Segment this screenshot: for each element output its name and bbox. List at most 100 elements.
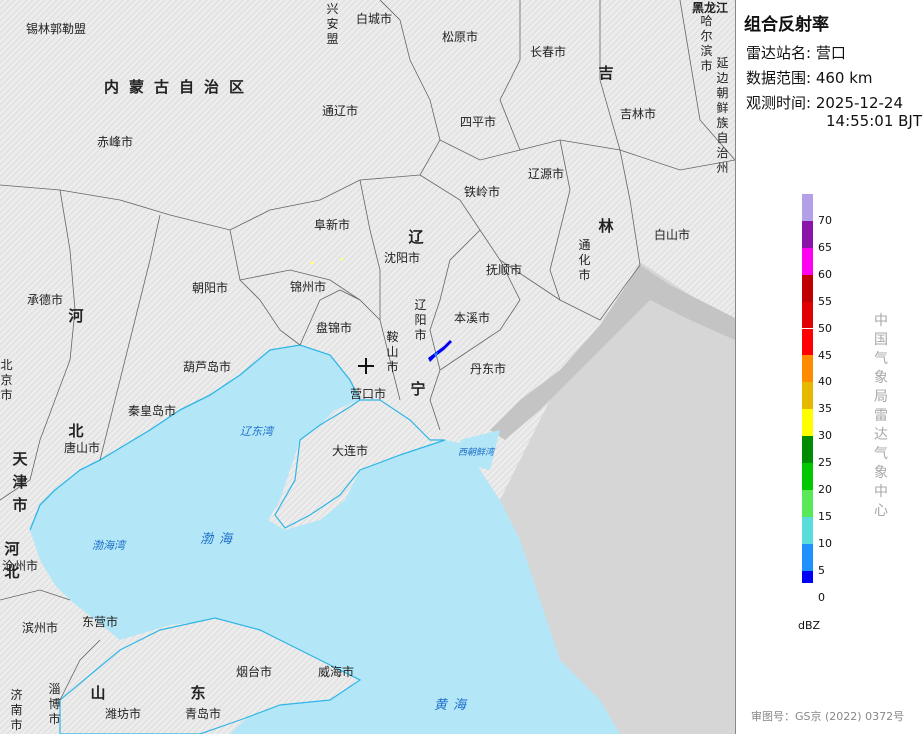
city-label-tongliao: 通辽市 (322, 104, 359, 118)
legend-tick-70: 70 (818, 214, 832, 227)
city-label-chifeng: 赤峰市 (97, 135, 134, 149)
legend-swatch-50 (802, 301, 813, 329)
legend-swatch-25 (802, 436, 813, 463)
sea-label-bohai-bay: 渤海湾 (92, 539, 125, 552)
legend-swatch-10 (802, 516, 813, 544)
city-label-changchun: 长春市 (530, 45, 567, 59)
city-label-yantai: 烟台市 (236, 665, 273, 679)
legend-swatch-15 (802, 489, 813, 517)
radar-site-marker[interactable] (358, 358, 374, 374)
province-label-beijing: 北京市 (0, 358, 13, 402)
city-label-tonghua: 通化市 (578, 238, 591, 282)
legend-tick-30: 30 (818, 429, 832, 443)
province-label-shandong-1: 山 (90, 684, 106, 702)
city-label-jinan: 济南市 (10, 688, 23, 732)
city-label-huludao: 葫芦岛市 (183, 360, 232, 374)
legend-swatch-0 (802, 570, 813, 583)
city-label-anshan: 鞍山市 (386, 330, 399, 374)
city-label-qingdao: 青岛市 (185, 707, 222, 721)
legend-swatch-55 (802, 274, 813, 302)
legend-unit: dBZ (798, 619, 821, 632)
city-label-fuxin: 阜新市 (314, 218, 351, 232)
range-label: 数据范围: (746, 69, 812, 87)
sea-label-yellow-sea: 黄海 (434, 698, 473, 713)
city-label-xinganmeng: 兴安盟 (326, 2, 339, 46)
legend-tick-20: 20 (818, 483, 832, 496)
legend-swatch-40 (802, 355, 813, 383)
province-label-hebei-1: 河 (68, 307, 84, 325)
station-row: 雷达站名: 营口 (746, 42, 846, 63)
legend-tick-50: 50 (818, 321, 832, 335)
legend-tick-0: 0 (818, 590, 825, 604)
province-label-jilin-1: 吉 (598, 64, 614, 82)
city-label-tangshan: 唐山市 (64, 441, 101, 455)
time-row: 观测时间: 2025-12-24 (746, 92, 903, 113)
sea-label-xichao-bay: 西朝鲜湾 (458, 448, 495, 458)
city-label-dandong: 丹东市 (470, 362, 507, 376)
city-label-baishan: 白山市 (654, 228, 691, 242)
legend-swatch-20 (802, 463, 813, 490)
city-label-siping: 四平市 (460, 115, 497, 129)
city-label-liaoyuan: 辽源市 (528, 167, 565, 181)
legend-tick-35: 35 (818, 402, 832, 416)
city-label-chengde: 承德市 (27, 293, 64, 307)
city-label-yingkou: 营口市 (350, 387, 387, 401)
legend-swatch-30 (802, 409, 813, 437)
province-label-liaoning-2: 宁 (410, 380, 426, 398)
city-label-cangzhou: 沧州市 (2, 559, 39, 573)
city-label-songyuan: 松原市 (442, 30, 479, 44)
legend-swatch-70 (802, 194, 813, 221)
city-label-panjin: 盘锦市 (316, 321, 353, 335)
time-clock: 14:55:01 BJT (826, 112, 923, 130)
radar-map[interactable]: 内蒙古自治区 辽 宁 吉 林 河 北 天津市 河北 北京市 黑龙江 山 东 锡林… (0, 0, 735, 734)
time-label: 观测时间: (746, 94, 812, 112)
sea-label-liaodong-bay: 辽东湾 (240, 425, 273, 438)
range-row: 数据范围: 460 km (746, 67, 873, 88)
province-label-shandong-2: 东 (190, 684, 206, 702)
city-label-chaoyang: 朝阳市 (192, 281, 229, 295)
city-label-benxi: 本溪市 (454, 311, 491, 325)
legend-tick-25: 25 (818, 456, 832, 470)
sea-label-bohai: 渤海 (200, 532, 239, 547)
legend-swatch-35 (802, 382, 813, 410)
legend-tick-5: 5 (818, 563, 825, 577)
city-label-yanbian: 延边朝鲜族自治州 (716, 56, 729, 175)
legend-swatch-45 (802, 328, 813, 356)
info-panel: 组合反射率 雷达站名: 营口 数据范围: 460 km 观测时间: 2025-1… (735, 0, 924, 734)
vendor-label: 中国气象局雷达气象中心 (874, 313, 888, 519)
city-label-jilin: 吉林市 (620, 107, 657, 121)
legend-swatch-5 (802, 543, 813, 571)
legend-tick-15: 15 (818, 509, 832, 523)
city-label-liaoyang: 辽阳市 (414, 298, 427, 342)
city-label-tieling: 铁岭市 (464, 185, 501, 199)
city-label-jinzhou: 锦州市 (290, 280, 327, 294)
city-label-dalian: 大连市 (332, 444, 369, 458)
time-date: 2025-12-24 (815, 94, 904, 112)
province-label-hebei-2: 北 (68, 422, 84, 440)
city-label-zibo: 淄博市 (48, 682, 61, 726)
province-label-neimenggu: 内蒙古自治区 (104, 78, 255, 96)
city-label-qinhuangdao: 秦皇岛市 (128, 404, 177, 418)
city-label-fushun: 抚顺市 (486, 263, 523, 277)
city-label-shenyang: 沈阳市 (384, 251, 421, 265)
city-label-weihai: 威海市 (318, 665, 355, 679)
station-value: 营口 (815, 44, 846, 62)
city-label-dongying: 东营市 (82, 615, 119, 629)
station-label: 雷达站名: (746, 44, 812, 62)
city-label-baicheng: 白城市 (356, 12, 393, 26)
legend-tick-10: 10 (818, 536, 832, 550)
legend-tick-45: 45 (818, 348, 832, 362)
city-label-xilinguole: 锡林郭勒盟 (26, 22, 87, 36)
province-label-jilin-2: 林 (598, 217, 614, 235)
product-title: 组合反射率 (744, 15, 829, 35)
legend-tick-65: 65 (818, 240, 832, 254)
city-label-binzhou: 滨州市 (22, 621, 59, 635)
legend-tick-60: 60 (818, 267, 832, 281)
legend-tick-40: 40 (818, 375, 832, 389)
city-label-weifang: 潍坊市 (105, 707, 142, 721)
province-label-tianjin: 天津市 (12, 450, 28, 514)
legend-swatch-65 (802, 220, 813, 248)
province-label-heilongjiang: 黑龙江 (692, 1, 729, 15)
map-approval-number: 审图号：GS京 (2022) 0372号 (751, 710, 905, 723)
range-value: 460 km (815, 69, 873, 87)
